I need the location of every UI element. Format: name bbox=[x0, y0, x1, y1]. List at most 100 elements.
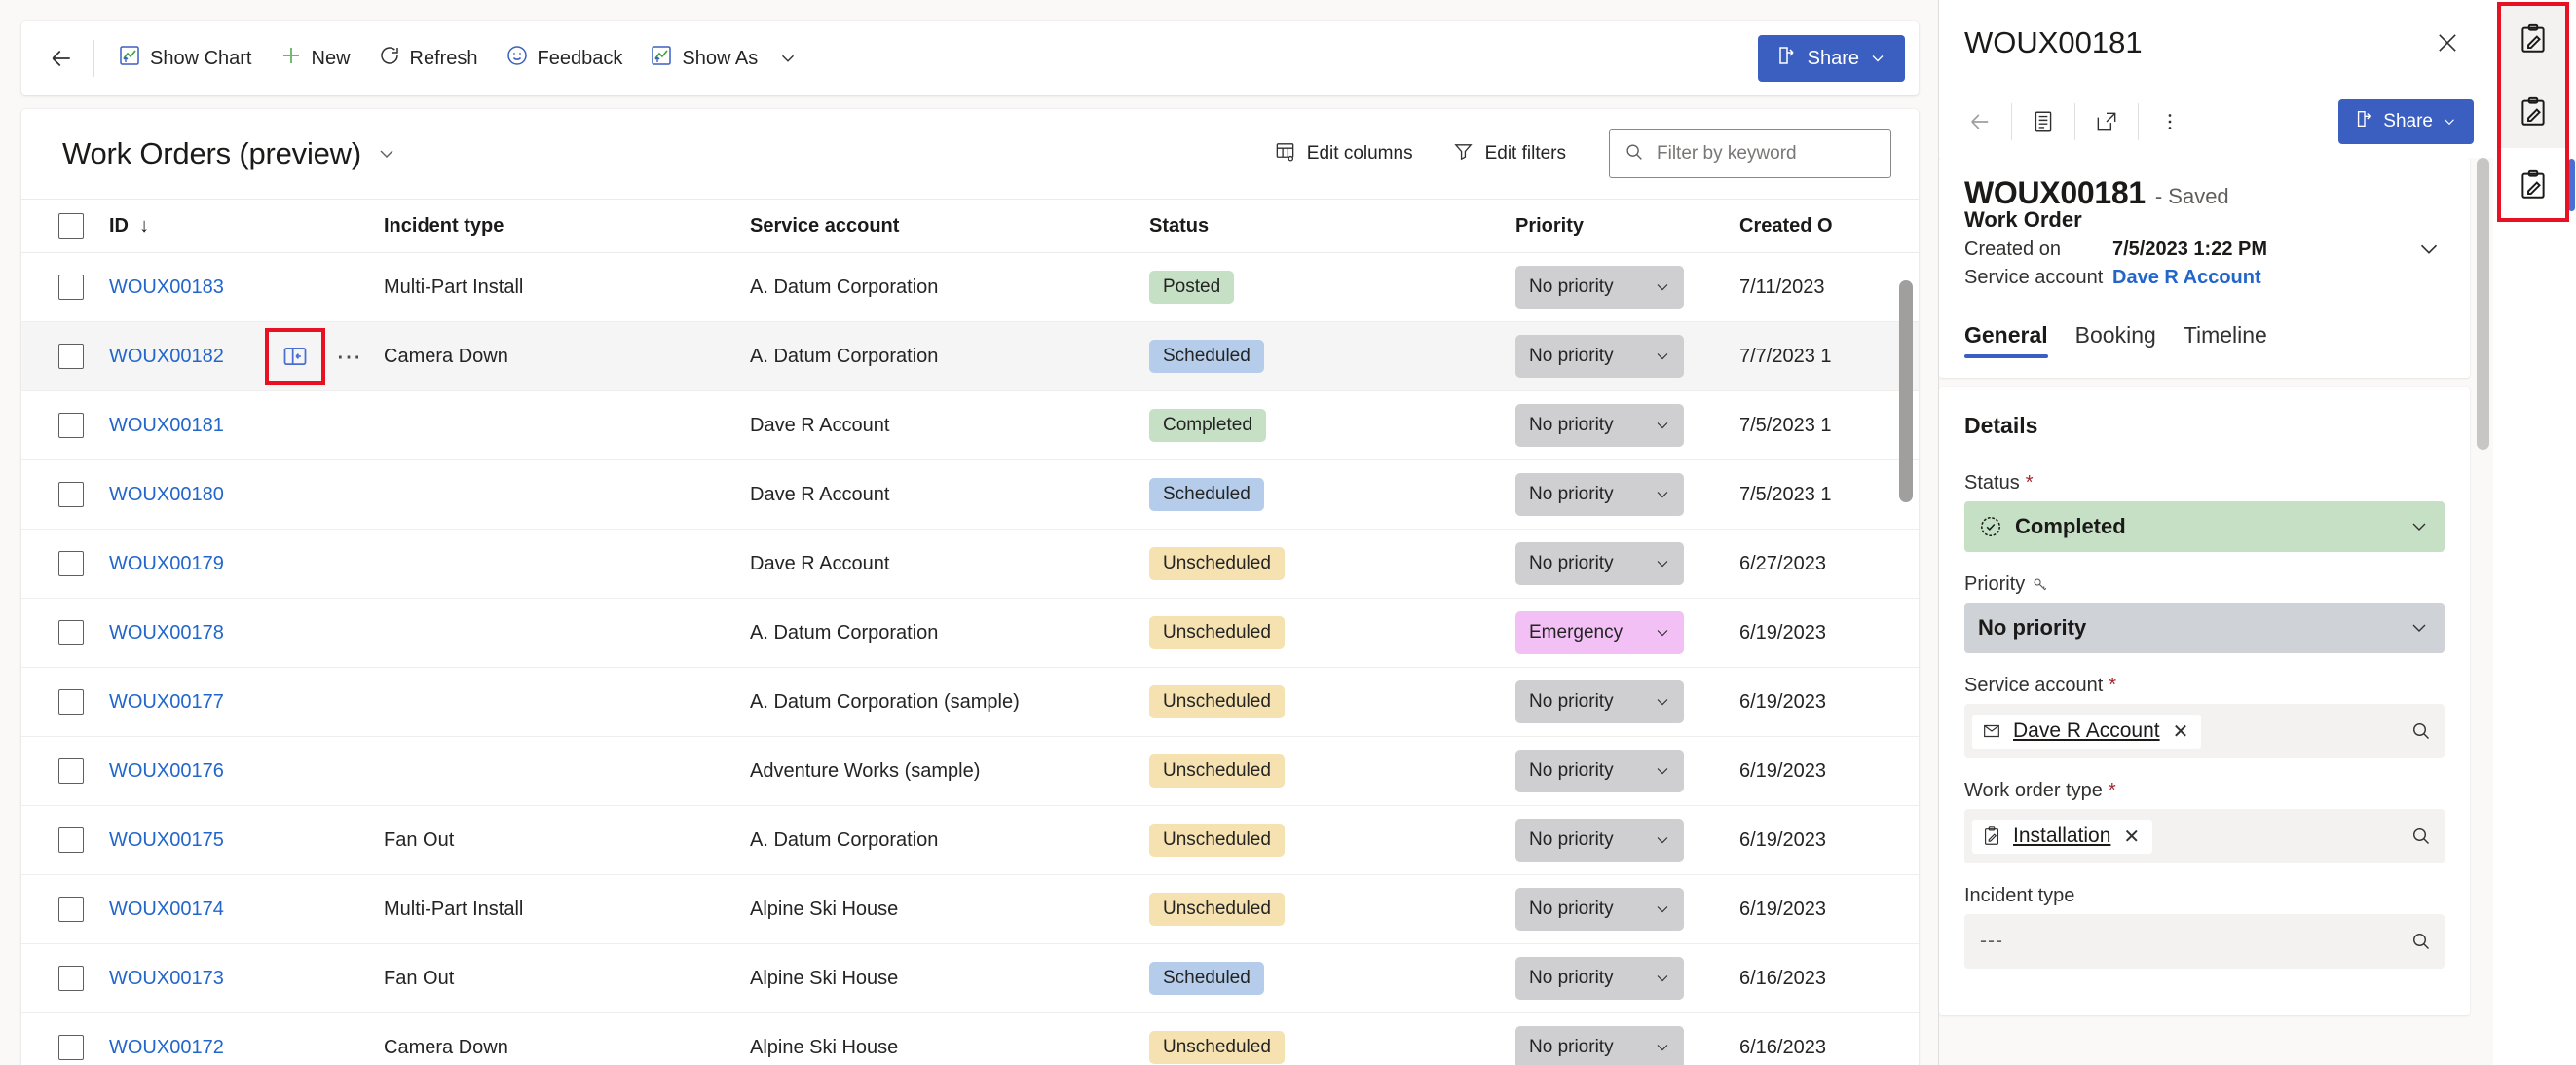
share-button[interactable]: Share bbox=[1757, 35, 1905, 82]
form-details-button[interactable] bbox=[2020, 98, 2067, 145]
priority-select[interactable]: No priority bbox=[1515, 957, 1684, 1000]
remove-work-order-type-icon[interactable]: ✕ bbox=[2121, 825, 2142, 849]
record-link[interactable]: WOUX00182 bbox=[109, 346, 224, 367]
table-row[interactable]: WOUX00177 A. Datum Corporation (sample) Un… bbox=[21, 668, 1919, 737]
priority-select[interactable]: No priority bbox=[1515, 1026, 1684, 1065]
refresh-button[interactable]: Refresh bbox=[364, 35, 492, 82]
row-checkbox[interactable] bbox=[58, 551, 84, 576]
priority-select[interactable]: No priority bbox=[1964, 603, 2445, 653]
record-link[interactable]: WOUX00178 bbox=[109, 622, 224, 643]
row-checkbox[interactable] bbox=[58, 689, 84, 715]
work-order-type-search-icon[interactable] bbox=[2409, 825, 2433, 848]
list-scrollbar-thumb[interactable] bbox=[1899, 280, 1913, 502]
record-link[interactable]: WOUX00173 bbox=[109, 968, 224, 989]
table-row[interactable]: WOUX00180 Dave R Account Scheduled No prior… bbox=[21, 460, 1919, 530]
back-button[interactable] bbox=[39, 36, 84, 81]
priority-select[interactable]: No priority bbox=[1515, 542, 1684, 585]
service-account-chip[interactable]: Dave R Account ✕ bbox=[1972, 714, 2202, 749]
edit-filters-button[interactable]: Edit filters bbox=[1437, 131, 1582, 176]
priority-select[interactable]: No priority bbox=[1515, 819, 1684, 862]
tab-general[interactable]: General bbox=[1964, 322, 2048, 358]
incident-type-lookup[interactable]: --- bbox=[1964, 914, 2445, 969]
row-checkbox[interactable] bbox=[58, 344, 84, 369]
service-account-link[interactable]: Dave R Account bbox=[2112, 267, 2261, 289]
row-checkbox[interactable] bbox=[58, 275, 84, 300]
table-row[interactable]: WOUX00174 Multi-Part Install Alpine Ski Ho… bbox=[21, 875, 1919, 944]
column-header-priority[interactable]: Priority bbox=[1515, 215, 1739, 238]
table-row[interactable]: WOUX00182 Camera Down A. Datum Corporation… bbox=[21, 322, 1919, 391]
priority-select[interactable]: No priority bbox=[1515, 404, 1684, 447]
panel-back-button[interactable] bbox=[1957, 98, 2003, 145]
row-checkbox[interactable] bbox=[58, 482, 84, 507]
record-link[interactable]: WOUX00177 bbox=[109, 691, 224, 713]
row-checkbox[interactable] bbox=[58, 897, 84, 922]
panel-scrollbar-thumb[interactable] bbox=[2477, 158, 2489, 450]
column-header-id[interactable]: ID ↓ bbox=[109, 215, 384, 238]
record-link[interactable]: WOUX00175 bbox=[109, 829, 224, 851]
panel-scrollbar[interactable] bbox=[2477, 158, 2489, 1065]
priority-select[interactable]: No priority bbox=[1515, 680, 1684, 723]
table-row[interactable]: WOUX00181 Dave R Account Completed No prior… bbox=[21, 391, 1919, 460]
table-row[interactable]: WOUX00175 Fan Out A. Datum Corporation Unsc… bbox=[21, 806, 1919, 875]
open-full-record-button[interactable] bbox=[2083, 98, 2130, 145]
priority-select[interactable]: No priority bbox=[1515, 750, 1684, 792]
priority-select[interactable]: No priority bbox=[1515, 473, 1684, 516]
more-commands-button[interactable] bbox=[2147, 98, 2193, 145]
show-chart-button[interactable]: Show Chart bbox=[104, 35, 266, 82]
service-account-chip-text[interactable]: Dave R Account bbox=[2013, 719, 2160, 743]
row-checkbox[interactable] bbox=[58, 827, 84, 853]
priority-select[interactable]: Emergency bbox=[1515, 611, 1684, 654]
record-header-expand-button[interactable] bbox=[2409, 230, 2448, 269]
tab-booking[interactable]: Booking bbox=[2075, 322, 2156, 358]
record-link[interactable]: WOUX00180 bbox=[109, 484, 224, 505]
table-row[interactable]: WOUX00179 Dave R Account Unscheduled No pri… bbox=[21, 530, 1919, 599]
open-side-pane-button[interactable] bbox=[265, 328, 325, 385]
work-order-type-chip-text[interactable]: Installation bbox=[2013, 825, 2110, 848]
show-as-chevron[interactable] bbox=[771, 35, 804, 82]
record-link[interactable]: WOUX00174 bbox=[109, 899, 224, 920]
status-select[interactable]: Completed bbox=[1964, 501, 2445, 552]
search-box[interactable] bbox=[1609, 129, 1891, 178]
service-account-search-icon[interactable] bbox=[2409, 719, 2433, 743]
table-row[interactable]: WOUX00183 Multi-Part Install A. Datum Corp… bbox=[21, 253, 1919, 322]
table-row[interactable]: WOUX00172 Camera Down Alpine Ski House Unsc… bbox=[21, 1013, 1919, 1065]
column-header-created[interactable]: Created O bbox=[1739, 215, 1919, 238]
record-link[interactable]: WOUX00172 bbox=[109, 1037, 224, 1058]
feedback-button[interactable]: Feedback bbox=[492, 35, 637, 82]
row-checkbox[interactable] bbox=[58, 966, 84, 991]
row-checkbox[interactable] bbox=[58, 1035, 84, 1060]
column-header-incident[interactable]: Incident type bbox=[384, 215, 750, 238]
remove-service-account-icon[interactable]: ✕ bbox=[2171, 719, 2191, 744]
view-title[interactable]: Work Orders (preview) bbox=[62, 136, 361, 171]
new-button[interactable]: New bbox=[266, 35, 364, 82]
row-checkbox[interactable] bbox=[58, 620, 84, 645]
incident-type-search-icon[interactable] bbox=[2409, 930, 2433, 953]
record-link[interactable]: WOUX00181 bbox=[109, 415, 224, 436]
table-row[interactable]: WOUX00173 Fan Out Alpine Ski House Schedule… bbox=[21, 944, 1919, 1013]
record-link[interactable]: WOUX00179 bbox=[109, 553, 224, 574]
priority-select[interactable]: No priority bbox=[1515, 888, 1684, 931]
table-row[interactable]: WOUX00176 Adventure Works (sample) Unsched… bbox=[21, 737, 1919, 806]
list-scrollbar[interactable] bbox=[1899, 280, 1913, 1065]
search-input[interactable] bbox=[1657, 143, 1877, 165]
work-order-type-lookup[interactable]: Installation ✕ bbox=[1964, 809, 2445, 863]
show-as-button[interactable]: Show As bbox=[636, 35, 771, 82]
tab-timeline[interactable]: Timeline bbox=[2184, 322, 2267, 358]
table-row[interactable]: WOUX00178 A. Datum Corporation Unscheduled… bbox=[21, 599, 1919, 668]
row-checkbox[interactable] bbox=[58, 413, 84, 438]
view-selector-chevron[interactable] bbox=[375, 142, 398, 165]
column-header-status[interactable]: Status bbox=[1149, 215, 1515, 238]
close-panel-button[interactable] bbox=[2425, 20, 2470, 65]
select-all-checkbox[interactable] bbox=[58, 213, 84, 239]
edit-columns-button[interactable]: Edit columns bbox=[1258, 131, 1429, 176]
service-account-lookup[interactable]: Dave R Account ✕ bbox=[1964, 704, 2445, 758]
panel-share-button[interactable]: Share bbox=[2338, 99, 2474, 144]
row-more-commands-button[interactable]: ⋯ bbox=[329, 332, 370, 381]
record-link[interactable]: WOUX00176 bbox=[109, 760, 224, 782]
row-checkbox[interactable] bbox=[58, 758, 84, 784]
priority-select[interactable]: No priority bbox=[1515, 335, 1684, 378]
priority-select[interactable]: No priority bbox=[1515, 266, 1684, 309]
work-order-type-chip[interactable]: Installation ✕ bbox=[1972, 819, 2153, 854]
record-link[interactable]: WOUX00183 bbox=[109, 276, 224, 298]
column-header-account[interactable]: Service account bbox=[750, 215, 1149, 238]
